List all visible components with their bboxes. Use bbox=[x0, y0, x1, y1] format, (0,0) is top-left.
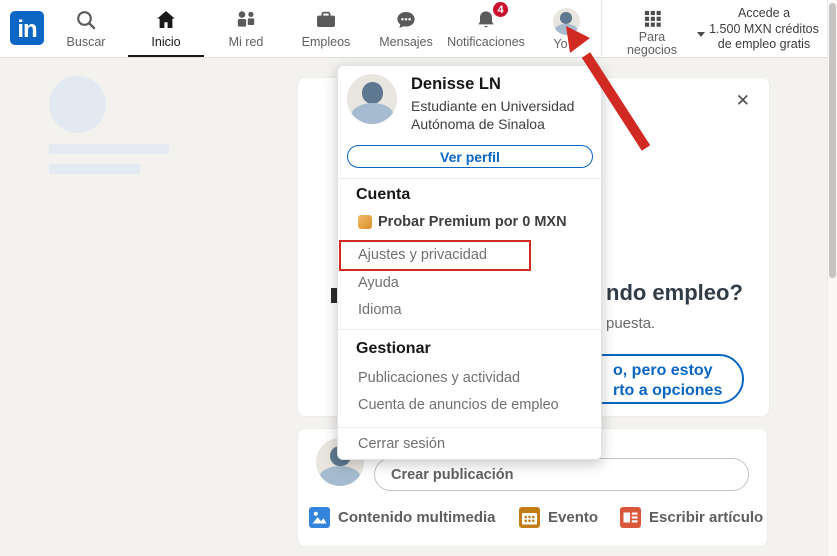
nav-label-inicio: Inicio bbox=[151, 36, 180, 48]
nav-label-buscar: Buscar bbox=[67, 36, 106, 48]
chat-icon bbox=[394, 8, 418, 32]
skeleton-text-bar bbox=[49, 164, 140, 174]
premium-icon bbox=[358, 215, 372, 229]
menu-divider bbox=[338, 178, 601, 179]
account-section-heading: Cuenta bbox=[356, 186, 410, 204]
nav-label-mensajes: Mensajes bbox=[379, 36, 433, 48]
menu-divider bbox=[338, 427, 601, 428]
write-article-label: Escribir artículo bbox=[649, 509, 763, 526]
people-icon bbox=[234, 8, 258, 32]
nav-label-notificaciones: Notificaciones bbox=[444, 36, 528, 48]
home-icon bbox=[154, 8, 178, 32]
event-icon bbox=[519, 507, 540, 528]
promo-line: de empleo gratis bbox=[697, 37, 831, 53]
chevron-down-icon bbox=[571, 42, 579, 47]
nav-label-para-negocios: Para negocios bbox=[623, 31, 681, 57]
profile-dropdown-menu: Denisse LN Estudiante en Universidad Aut… bbox=[337, 65, 602, 460]
nav-item-mensajes[interactable]: Mensajes bbox=[366, 0, 446, 57]
grid-icon bbox=[640, 8, 664, 28]
linkedin-logo[interactable]: in bbox=[10, 11, 44, 45]
top-nav: in Buscar Inicio bbox=[0, 0, 837, 58]
profile-name: Denisse LN bbox=[411, 75, 501, 94]
nav-item-mi-red[interactable]: Mi red bbox=[206, 0, 286, 57]
button-text-line1: o, pero estoy bbox=[613, 361, 722, 381]
prompt-body-text: puesta. bbox=[606, 315, 655, 332]
skeleton-avatar bbox=[49, 76, 106, 133]
nav-label-empleos: Empleos bbox=[302, 36, 351, 48]
event-button[interactable]: Evento bbox=[519, 507, 598, 528]
menu-item-posts-activity[interactable]: Publicaciones y actividad bbox=[358, 370, 520, 386]
create-post-placeholder: Crear publicación bbox=[391, 467, 513, 483]
active-tab-underline bbox=[128, 55, 204, 57]
menu-item-job-ads-account[interactable]: Cuenta de anuncios de empleo bbox=[358, 397, 559, 413]
job-credits-promo-link[interactable]: Accede a 1.500 MXN créditos de empleo gr… bbox=[697, 6, 831, 53]
menu-avatar bbox=[347, 74, 397, 124]
menu-item-premium[interactable]: Probar Premium por 0 MXN bbox=[358, 214, 567, 230]
nav-item-inicio[interactable]: Inicio bbox=[126, 0, 206, 57]
scrollbar-thumb[interactable] bbox=[829, 3, 836, 278]
create-post-input[interactable]: Crear publicación bbox=[374, 458, 749, 491]
nav-item-yo[interactable]: Yo bbox=[526, 0, 606, 57]
menu-divider bbox=[338, 329, 601, 330]
profile-headline: Estudiante en Universidad Autónoma de Si… bbox=[411, 97, 593, 133]
promo-line: 1.500 MXN créditos bbox=[697, 22, 831, 38]
menu-item-sign-out[interactable]: Cerrar sesión bbox=[358, 436, 445, 452]
write-article-button[interactable]: Escribir artículo bbox=[620, 507, 763, 528]
menu-item-settings[interactable]: Ajustes y privacidad bbox=[358, 247, 487, 263]
nav-item-para-negocios[interactable]: Para negocios bbox=[617, 0, 687, 57]
nav-label-yo: Yo bbox=[553, 38, 567, 50]
promo-line: Accede a bbox=[697, 6, 831, 22]
view-profile-label: Ver perfil bbox=[440, 149, 500, 165]
button-text-line2: rto a opciones bbox=[613, 381, 722, 401]
notification-badge: 4 bbox=[492, 1, 509, 18]
scrollbar-track[interactable] bbox=[827, 0, 837, 556]
close-icon[interactable]: ✕ bbox=[736, 92, 750, 109]
nav-divider bbox=[601, 0, 602, 56]
nav-item-buscar[interactable]: Buscar bbox=[46, 0, 126, 57]
nav-label-mi-red: Mi red bbox=[229, 36, 264, 48]
menu-item-language[interactable]: Idioma bbox=[358, 302, 402, 318]
view-profile-button[interactable]: Ver perfil bbox=[347, 145, 593, 168]
prompt-heading: ndo empleo? bbox=[606, 280, 743, 306]
manage-section-heading: Gestionar bbox=[356, 340, 431, 358]
premium-label: Probar Premium por 0 MXN bbox=[378, 214, 567, 230]
event-label: Evento bbox=[548, 509, 598, 526]
nav-item-notificaciones[interactable]: Notificaciones 4 bbox=[446, 0, 526, 57]
briefcase-icon bbox=[314, 8, 338, 32]
skeleton-text-bar bbox=[49, 144, 169, 154]
nav-avatar bbox=[553, 8, 580, 35]
nav-item-empleos[interactable]: Empleos bbox=[286, 0, 366, 57]
media-icon bbox=[309, 507, 330, 528]
menu-item-help[interactable]: Ayuda bbox=[358, 275, 399, 291]
media-button[interactable]: Contenido multimedia bbox=[309, 507, 496, 528]
article-icon bbox=[620, 507, 641, 528]
linkedin-home-page: ✕ ndo empleo? puesta. o, pero estoy rto … bbox=[0, 0, 837, 556]
search-icon bbox=[74, 8, 98, 32]
media-label: Contenido multimedia bbox=[338, 509, 496, 526]
